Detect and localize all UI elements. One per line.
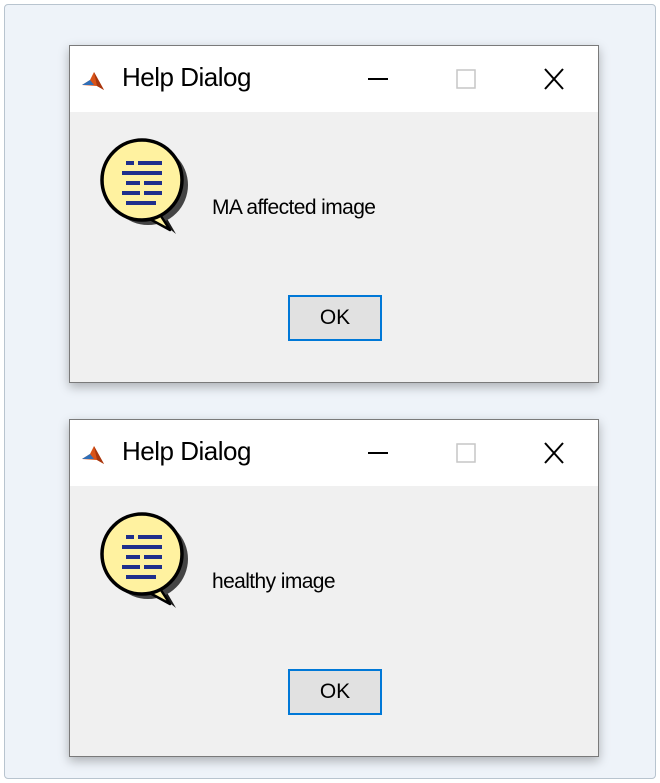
title-bar[interactable]: Help Dialog (70, 46, 598, 112)
close-button[interactable] (514, 46, 594, 112)
help-dialog-window: Help Dialog (69, 419, 599, 757)
dialog-body: healthy image OK (70, 486, 598, 756)
maximize-icon (456, 443, 476, 463)
minimize-icon (368, 78, 388, 80)
help-speech-bubble-icon (94, 126, 194, 256)
maximize-button (426, 420, 506, 486)
ok-button[interactable]: OK (288, 295, 382, 341)
matlab-logo-icon (80, 68, 106, 94)
title-bar[interactable]: Help Dialog (70, 420, 598, 486)
dialog-message: MA affected image (212, 196, 376, 219)
close-button[interactable] (514, 420, 594, 486)
help-speech-bubble-icon (94, 500, 194, 630)
dialog-body: MA affected image OK (70, 112, 598, 382)
dialog-title: Help Dialog (122, 62, 251, 92)
figure-frame: Help Dialog MA affected image OK Help Di… (4, 4, 656, 779)
maximize-icon (456, 69, 476, 89)
ok-button[interactable]: OK (288, 669, 382, 715)
close-icon (544, 68, 564, 90)
help-dialog-window: Help Dialog (69, 45, 599, 383)
dialog-title: Help Dialog (122, 436, 251, 466)
dialog-message: healthy image (212, 570, 336, 593)
matlab-logo-icon (80, 442, 106, 468)
minimize-icon (368, 452, 388, 454)
minimize-button[interactable] (338, 420, 418, 486)
minimize-button[interactable] (338, 46, 418, 112)
maximize-button (426, 46, 506, 112)
close-icon (544, 442, 564, 464)
